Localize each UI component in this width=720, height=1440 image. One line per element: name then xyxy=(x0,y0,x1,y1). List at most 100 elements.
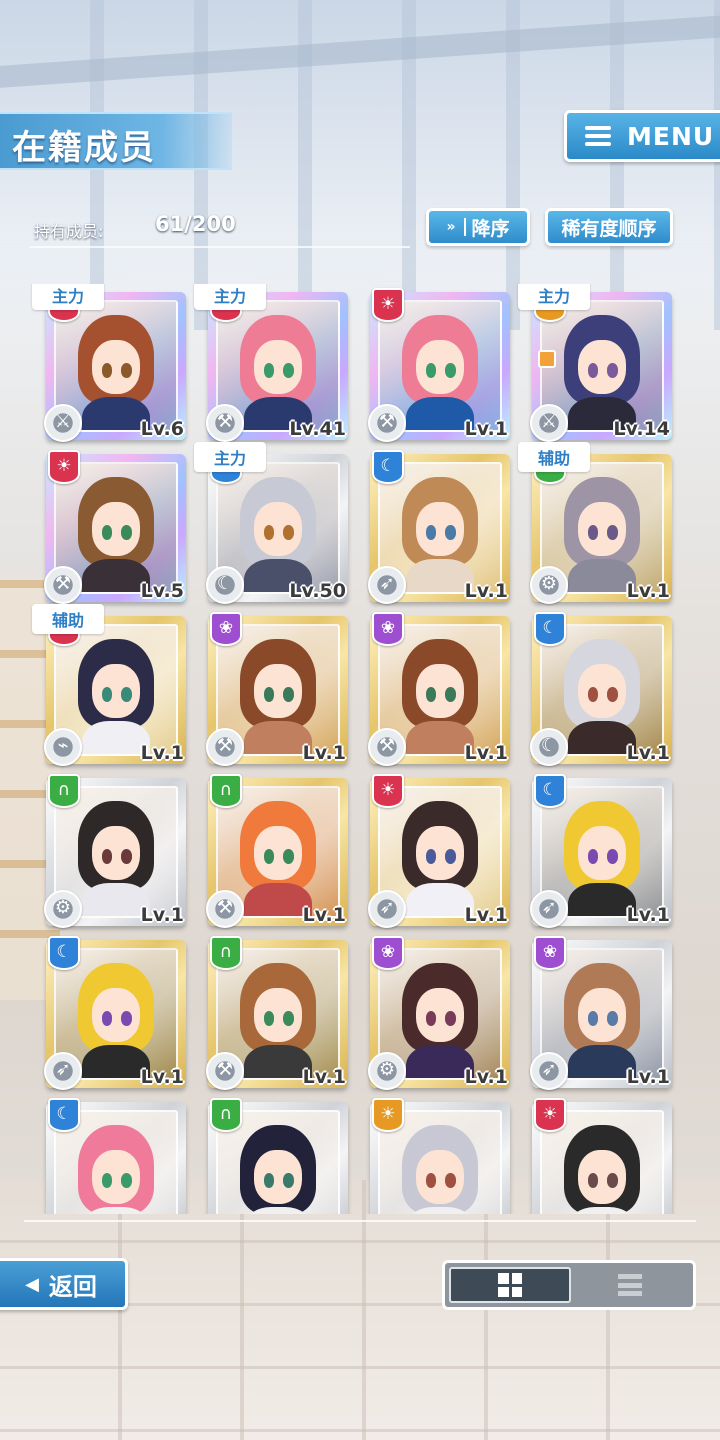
hammer-icon: ⚒ xyxy=(206,890,244,928)
member-card[interactable]: ☀主力⚒Lv.41 xyxy=(194,284,348,442)
shield-icon: ⚙ xyxy=(530,566,568,604)
attribute-orange-icon: ☀ xyxy=(372,1098,404,1132)
sort-order-button[interactable]: » 降序 xyxy=(426,208,530,246)
level-label: Lv.1 xyxy=(140,904,184,926)
page-title: 在籍成员 xyxy=(12,128,156,168)
lock-icon xyxy=(538,350,556,368)
role-tag: 主力 xyxy=(518,284,590,310)
member-card[interactable]: ∩ ⚒ Lv.1 xyxy=(206,936,348,1090)
member-card[interactable]: ❀ ⚒ Lv.1 xyxy=(206,612,348,766)
role-tag: 主力 xyxy=(194,442,266,472)
hammer-icon: ⚒ xyxy=(206,728,244,766)
divider xyxy=(30,246,410,248)
member-card[interactable]: ☀ ⚒ Lv.1 xyxy=(368,288,510,442)
level-label: Lv.1 xyxy=(626,580,670,602)
member-card[interactable]: ∩ xyxy=(208,1098,348,1214)
menu-label: MENU xyxy=(627,121,715,151)
role-tag: 辅助 xyxy=(518,442,590,472)
member-card[interactable]: ❀ ⚙ Lv.1 xyxy=(368,936,510,1090)
spear-icon: ➶ xyxy=(368,890,406,928)
attribute-blue-icon: ☾ xyxy=(48,936,80,970)
member-card[interactable]: ∩ ⚒ Lv.1 xyxy=(206,774,348,928)
member-card[interactable]: ☾ ➶ Lv.1 xyxy=(44,936,186,1090)
level-label: Lv.1 xyxy=(302,742,346,764)
attribute-red-icon: ☀ xyxy=(534,1098,566,1132)
scythe-icon: ☾ xyxy=(206,566,244,604)
attribute-purple-icon: ❀ xyxy=(372,612,404,646)
level-label: Lv.5 xyxy=(140,580,184,602)
attribute-blue-icon: ☾ xyxy=(534,612,566,646)
view-toggle xyxy=(442,1260,696,1310)
level-label: Lv.1 xyxy=(626,742,670,764)
level-label: Lv.1 xyxy=(464,904,508,926)
level-label: Lv.1 xyxy=(464,580,508,602)
spear-icon: ➶ xyxy=(530,890,568,928)
level-label: Lv.1 xyxy=(140,742,184,764)
member-card[interactable]: ☀ xyxy=(532,1098,672,1214)
member-count-label: 持有成员: xyxy=(34,222,104,241)
attribute-purple-icon: ❀ xyxy=(210,612,242,646)
hammer-icon: ⚒ xyxy=(44,566,82,604)
hammer-icon: ⚒ xyxy=(206,1052,244,1090)
level-label: Lv.1 xyxy=(302,904,346,926)
sort-rarity-button[interactable]: 稀有度顺序 xyxy=(545,208,673,246)
level-label: Lv.1 xyxy=(464,1066,508,1088)
spear-icon: ➶ xyxy=(44,1052,82,1090)
shield-icon: ⚙ xyxy=(44,890,82,928)
role-tag: 主力 xyxy=(32,284,104,310)
sort-rarity-label: 稀有度顺序 xyxy=(561,217,657,240)
sort-order-label: 降序 xyxy=(471,217,510,240)
member-card[interactable]: ☾主力☾Lv.50 xyxy=(194,442,348,604)
member-card[interactable]: ☾ ➶ Lv.1 xyxy=(530,774,672,928)
member-card[interactable]: ☀ xyxy=(370,1098,510,1214)
member-card[interactable]: ☀主力⚔Lv.6 xyxy=(32,284,186,442)
level-label: Lv.1 xyxy=(626,1066,670,1088)
attribute-red-icon: ☀ xyxy=(48,450,80,484)
attribute-green-icon: ∩ xyxy=(210,774,242,808)
level-label: Lv.1 xyxy=(464,742,508,764)
hammer-icon: ⚒ xyxy=(368,404,406,442)
list-view-button[interactable] xyxy=(571,1267,689,1303)
attribute-purple-icon: ❀ xyxy=(534,936,566,970)
hammer-icon: ⚒ xyxy=(206,404,244,442)
role-tag: 辅助 xyxy=(32,604,104,634)
hammer-icon: ⚒ xyxy=(368,728,406,766)
level-label: Lv.1 xyxy=(140,1066,184,1088)
attribute-green-icon: ∩ xyxy=(210,1098,242,1132)
attribute-blue-icon: ☾ xyxy=(372,450,404,484)
list-view-icon xyxy=(618,1274,642,1296)
member-card[interactable]: ☀ ⚒ Lv.5 xyxy=(44,450,186,604)
member-card[interactable]: ☀辅助⌁Lv.1 xyxy=(32,604,186,766)
level-label: Lv.1 xyxy=(464,418,508,440)
level-label: Lv.41 xyxy=(289,418,346,440)
attribute-blue-icon: ☾ xyxy=(48,1098,80,1132)
menu-button[interactable]: MENU xyxy=(564,110,720,162)
member-card[interactable]: ☾ ➶ Lv.1 xyxy=(368,450,510,604)
member-card[interactable]: ☾ xyxy=(46,1098,186,1214)
member-card[interactable]: ☀ ➶ Lv.1 xyxy=(368,774,510,928)
chevron-double-down-icon: » xyxy=(446,218,466,236)
member-card[interactable]: ∩辅助⚙Lv.1 xyxy=(518,442,672,604)
attribute-red-icon: ☀ xyxy=(372,288,404,322)
grid-view-button[interactable] xyxy=(449,1267,571,1303)
title-banner: 在籍成员 xyxy=(0,112,232,170)
level-label: Lv.1 xyxy=(626,904,670,926)
member-card[interactable]: ☀主力⚔Lv.14 xyxy=(518,284,672,442)
member-card[interactable]: ❀ ➶ Lv.1 xyxy=(530,936,672,1090)
attribute-green-icon: ∩ xyxy=(210,936,242,970)
member-card[interactable]: ❀ ⚒ Lv.1 xyxy=(368,612,510,766)
divider xyxy=(24,1220,696,1222)
grid-view-icon xyxy=(498,1273,522,1297)
member-count-value: 61/200 xyxy=(155,212,236,236)
background-floor xyxy=(0,1180,720,1440)
back-button[interactable]: ◀ 返回 xyxy=(0,1258,128,1310)
sword-icon: ⚔ xyxy=(530,404,568,442)
member-card[interactable]: ∩ ⚙ Lv.1 xyxy=(44,774,186,928)
gun-icon: ⌁ xyxy=(44,728,82,766)
member-grid[interactable]: ☀主力⚔Lv.6☀主力⚒Lv.41☀⚒Lv.1☀主力⚔Lv.14☀⚒Lv.5☾主… xyxy=(0,284,720,1214)
member-card[interactable]: ☾ ☾ Lv.1 xyxy=(530,612,672,766)
role-tag: 主力 xyxy=(194,284,266,310)
level-label: Lv.6 xyxy=(140,418,184,440)
attribute-green-icon: ∩ xyxy=(48,774,80,808)
back-label: 返回 xyxy=(48,1272,97,1301)
